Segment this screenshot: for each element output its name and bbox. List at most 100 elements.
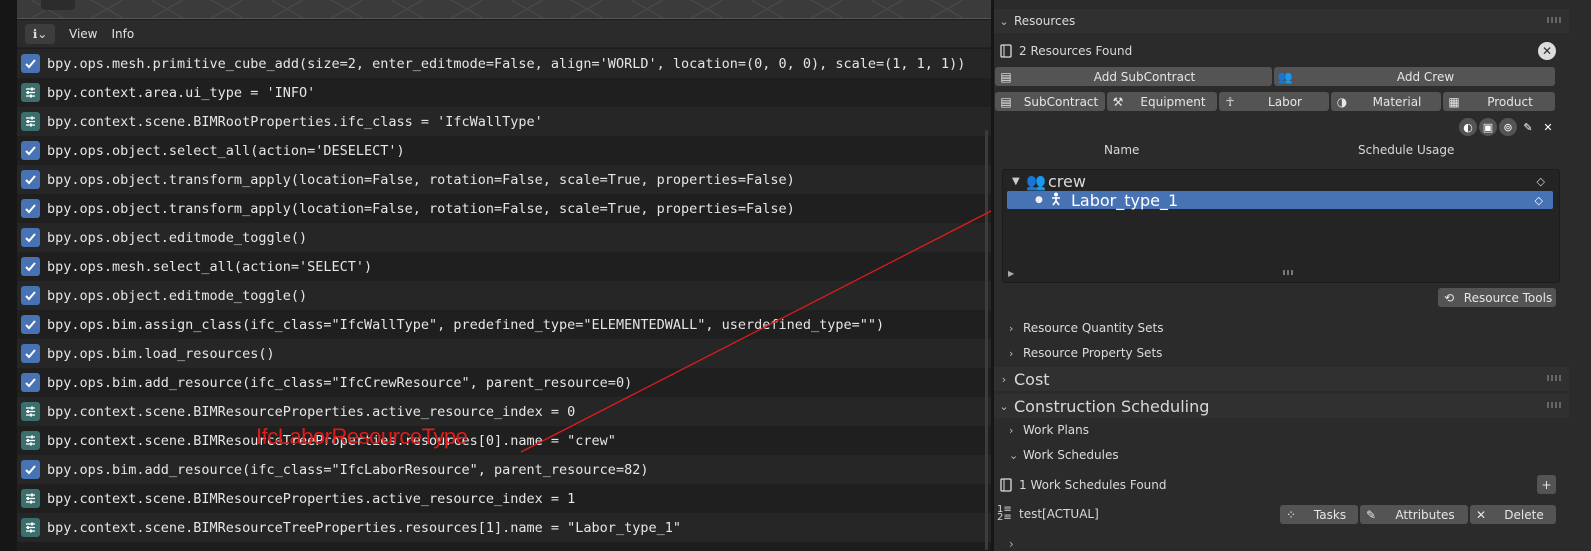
resources-panel-header[interactable]: ⌄ Resources bbox=[994, 9, 1569, 33]
info-log-entry[interactable]: bpy.context.scene.BIMResourceProperties.… bbox=[17, 484, 991, 513]
menu-view[interactable]: View bbox=[69, 27, 97, 41]
resource-type-button-subcontract[interactable]: ▤ SubContract bbox=[995, 92, 1105, 111]
add-crew-button[interactable]: 👥 Add Crew bbox=[1274, 67, 1555, 86]
drag-grip-icon[interactable] bbox=[1547, 375, 1561, 381]
resource-type-button-material[interactable]: ◑ Material bbox=[1331, 92, 1441, 111]
expand-triangle-icon[interactable]: ▼ bbox=[1012, 176, 1026, 187]
info-log-entry[interactable]: bpy.ops.object.select_all(action='DESELE… bbox=[17, 136, 991, 165]
column-name: Name bbox=[1104, 143, 1140, 157]
construction-scheduling-panel-header[interactable]: ⌄ Construction Scheduling bbox=[994, 394, 1569, 418]
operator-check-icon bbox=[21, 257, 40, 276]
menu-info[interactable]: Info bbox=[111, 27, 134, 41]
product-icon: ▦ bbox=[1448, 94, 1460, 109]
tree-item-crew[interactable]: ▼ 👥 crew ◇ bbox=[1003, 171, 1559, 191]
info-log-entry[interactable]: bpy.ops.object.editmode_toggle() bbox=[17, 281, 991, 310]
info-log-entry[interactable]: bpy.context.scene.BIMResourceProperties.… bbox=[17, 397, 991, 426]
resource-tool-icon-2[interactable]: ▣ bbox=[1479, 118, 1497, 136]
info-log-entry[interactable]: bpy.ops.bim.add_resource(ifc_class="IfcC… bbox=[17, 368, 991, 397]
resource-tool-icon-3[interactable]: ⊚ bbox=[1499, 118, 1517, 136]
linenumbers-icon: 1≡ 2≡ bbox=[997, 504, 1012, 523]
resource-tree[interactable]: ▼ 👥 crew ◇ ● Labor_type_1 ◇ ▶ bbox=[1002, 169, 1560, 283]
info-log-entry[interactable]: bpy.ops.object.transform_apply(location=… bbox=[17, 194, 991, 223]
edit-pencil-icon[interactable]: ✎ bbox=[1519, 118, 1537, 136]
bullet-icon: ● bbox=[1035, 195, 1043, 205]
add-subcontract-button[interactable]: ▤ Add SubContract bbox=[995, 67, 1272, 86]
drag-grip-icon[interactable] bbox=[1547, 17, 1561, 23]
property-sliders-icon bbox=[21, 83, 40, 102]
info-log-text: bpy.ops.bim.assign_class(ifc_class="IfcW… bbox=[47, 316, 885, 333]
filter-triangle-icon[interactable]: ▶ bbox=[1008, 269, 1014, 278]
info-log-text: bpy.ops.bim.load_resources() bbox=[47, 345, 275, 362]
info-log[interactable]: bpy.ops.mesh.primitive_cube_add(size=2, … bbox=[17, 49, 991, 542]
operator-check-icon bbox=[21, 199, 40, 218]
info-log-entry[interactable]: bpy.context.scene.BIMRootProperties.ifc_… bbox=[17, 107, 991, 136]
resource-tools-button[interactable]: ⟲ Resource Tools bbox=[1438, 288, 1556, 307]
labor-icon: ☥ bbox=[1225, 94, 1235, 109]
info-log-entry[interactable]: bpy.context.area.ui_type = 'INFO' bbox=[17, 78, 991, 107]
close-icon[interactable]: ✕ bbox=[1539, 118, 1557, 136]
info-log-text: bpy.ops.object.transform_apply(location=… bbox=[47, 200, 795, 217]
tree-item-labor-type-1[interactable]: ● Labor_type_1 ◇ bbox=[1007, 191, 1553, 210]
property-sliders-icon bbox=[21, 489, 40, 508]
info-log-entry[interactable]: bpy.ops.bim.assign_class(ifc_class="IfcW… bbox=[17, 310, 991, 339]
crew-icon: 👥 bbox=[1026, 171, 1046, 191]
tasks-button[interactable]: ⁘ Tasks bbox=[1280, 505, 1358, 524]
add-work-schedule-button[interactable]: + bbox=[1537, 475, 1556, 494]
column-schedule-usage: Schedule Usage bbox=[1358, 143, 1455, 157]
operator-check-icon bbox=[21, 228, 40, 247]
info-log-text: bpy.ops.object.transform_apply(location=… bbox=[47, 171, 795, 188]
plus-icon: + bbox=[1541, 477, 1552, 492]
work-plans-subpanel[interactable]: › Work Plans bbox=[1009, 423, 1089, 437]
info-log-entry[interactable]: bpy.ops.object.editmode_toggle() bbox=[17, 223, 991, 252]
chevron-right-icon: › bbox=[1009, 423, 1014, 437]
resource-quantity-sets-subpanel[interactable]: › Resource Quantity Sets bbox=[1009, 321, 1163, 335]
info-log-text: bpy.context.scene.BIMResourceProperties.… bbox=[47, 490, 576, 507]
cost-panel-header[interactable]: › Cost bbox=[994, 367, 1569, 391]
close-icon: ✕ bbox=[1475, 507, 1487, 522]
tasks-icon: ⁘ bbox=[1285, 507, 1297, 522]
chevron-down-icon: ⌄ bbox=[999, 399, 1009, 413]
drag-grip-icon[interactable] bbox=[1547, 402, 1561, 408]
property-sliders-icon bbox=[21, 402, 40, 421]
info-log-entry[interactable]: bpy.ops.bim.load_resources() bbox=[17, 339, 991, 368]
info-log-text: bpy.ops.mesh.primitive_cube_add(size=2, … bbox=[47, 55, 966, 72]
info-log-text: bpy.ops.object.editmode_toggle() bbox=[47, 287, 308, 304]
info-log-entry[interactable]: bpy.ops.object.transform_apply(location=… bbox=[17, 165, 991, 194]
property-sliders-icon bbox=[21, 431, 40, 450]
resource-type-button-product[interactable]: ▦ Product bbox=[1443, 92, 1555, 111]
operator-check-icon bbox=[21, 460, 40, 479]
info-log-text: bpy.ops.object.select_all(action='DESELE… bbox=[47, 142, 405, 159]
close-resources-button[interactable]: ✕ bbox=[1538, 42, 1556, 60]
keyframe-diamond-icon[interactable]: ◇ bbox=[1537, 175, 1545, 188]
resource-type-button-labor[interactable]: ☥ Labor bbox=[1219, 92, 1329, 111]
info-log-entry[interactable]: bpy.context.scene.BIMResourceTreePropert… bbox=[17, 426, 991, 455]
chevron-right-icon: › bbox=[1009, 537, 1014, 551]
attributes-button[interactable]: ✎ Attributes bbox=[1360, 505, 1468, 524]
resource-type-button-equipment[interactable]: ⚒ Equipment bbox=[1107, 92, 1217, 111]
chevron-down-icon: ⌄ bbox=[1009, 448, 1019, 462]
chevron-right-icon: › bbox=[1009, 346, 1014, 360]
work-schedules-subpanel[interactable]: ⌄ Work Schedules bbox=[1009, 448, 1119, 462]
next-subpanel-stub: › bbox=[1009, 537, 1089, 551]
viewport-play-button[interactable] bbox=[41, 0, 75, 10]
close-icon: ✕ bbox=[1541, 44, 1553, 58]
delete-button[interactable]: ✕ Delete bbox=[1470, 505, 1556, 524]
edit-pencil-icon: ✎ bbox=[1365, 507, 1377, 522]
info-scrollbar[interactable] bbox=[985, 130, 988, 550]
3d-viewport[interactable] bbox=[17, 0, 991, 19]
operator-check-icon bbox=[21, 373, 40, 392]
info-log-entry[interactable]: bpy.ops.mesh.select_all(action='SELECT') bbox=[17, 252, 991, 281]
operator-check-icon bbox=[21, 344, 40, 363]
operator-check-icon bbox=[21, 286, 40, 305]
resources-found-label: 2 Resources Found bbox=[1019, 44, 1133, 58]
resource-property-sets-subpanel[interactable]: › Resource Property Sets bbox=[1009, 346, 1162, 360]
book-icon bbox=[999, 43, 1013, 58]
list-resize-grip-icon[interactable] bbox=[1283, 270, 1295, 275]
info-log-entry[interactable]: bpy.ops.mesh.primitive_cube_add(size=2, … bbox=[17, 49, 991, 78]
editor-type-menu[interactable]: ℹ⌄ bbox=[25, 23, 55, 44]
info-log-text: bpy.ops.bim.add_resource(ifc_class="IfcL… bbox=[47, 461, 649, 478]
resource-tool-icon-1[interactable]: ◐ bbox=[1459, 118, 1477, 136]
info-log-entry[interactable]: bpy.context.scene.BIMResourceTreePropert… bbox=[17, 513, 991, 542]
keyframe-diamond-icon[interactable]: ◇ bbox=[1535, 194, 1543, 207]
info-log-entry[interactable]: bpy.ops.bim.add_resource(ifc_class="IfcL… bbox=[17, 455, 991, 484]
